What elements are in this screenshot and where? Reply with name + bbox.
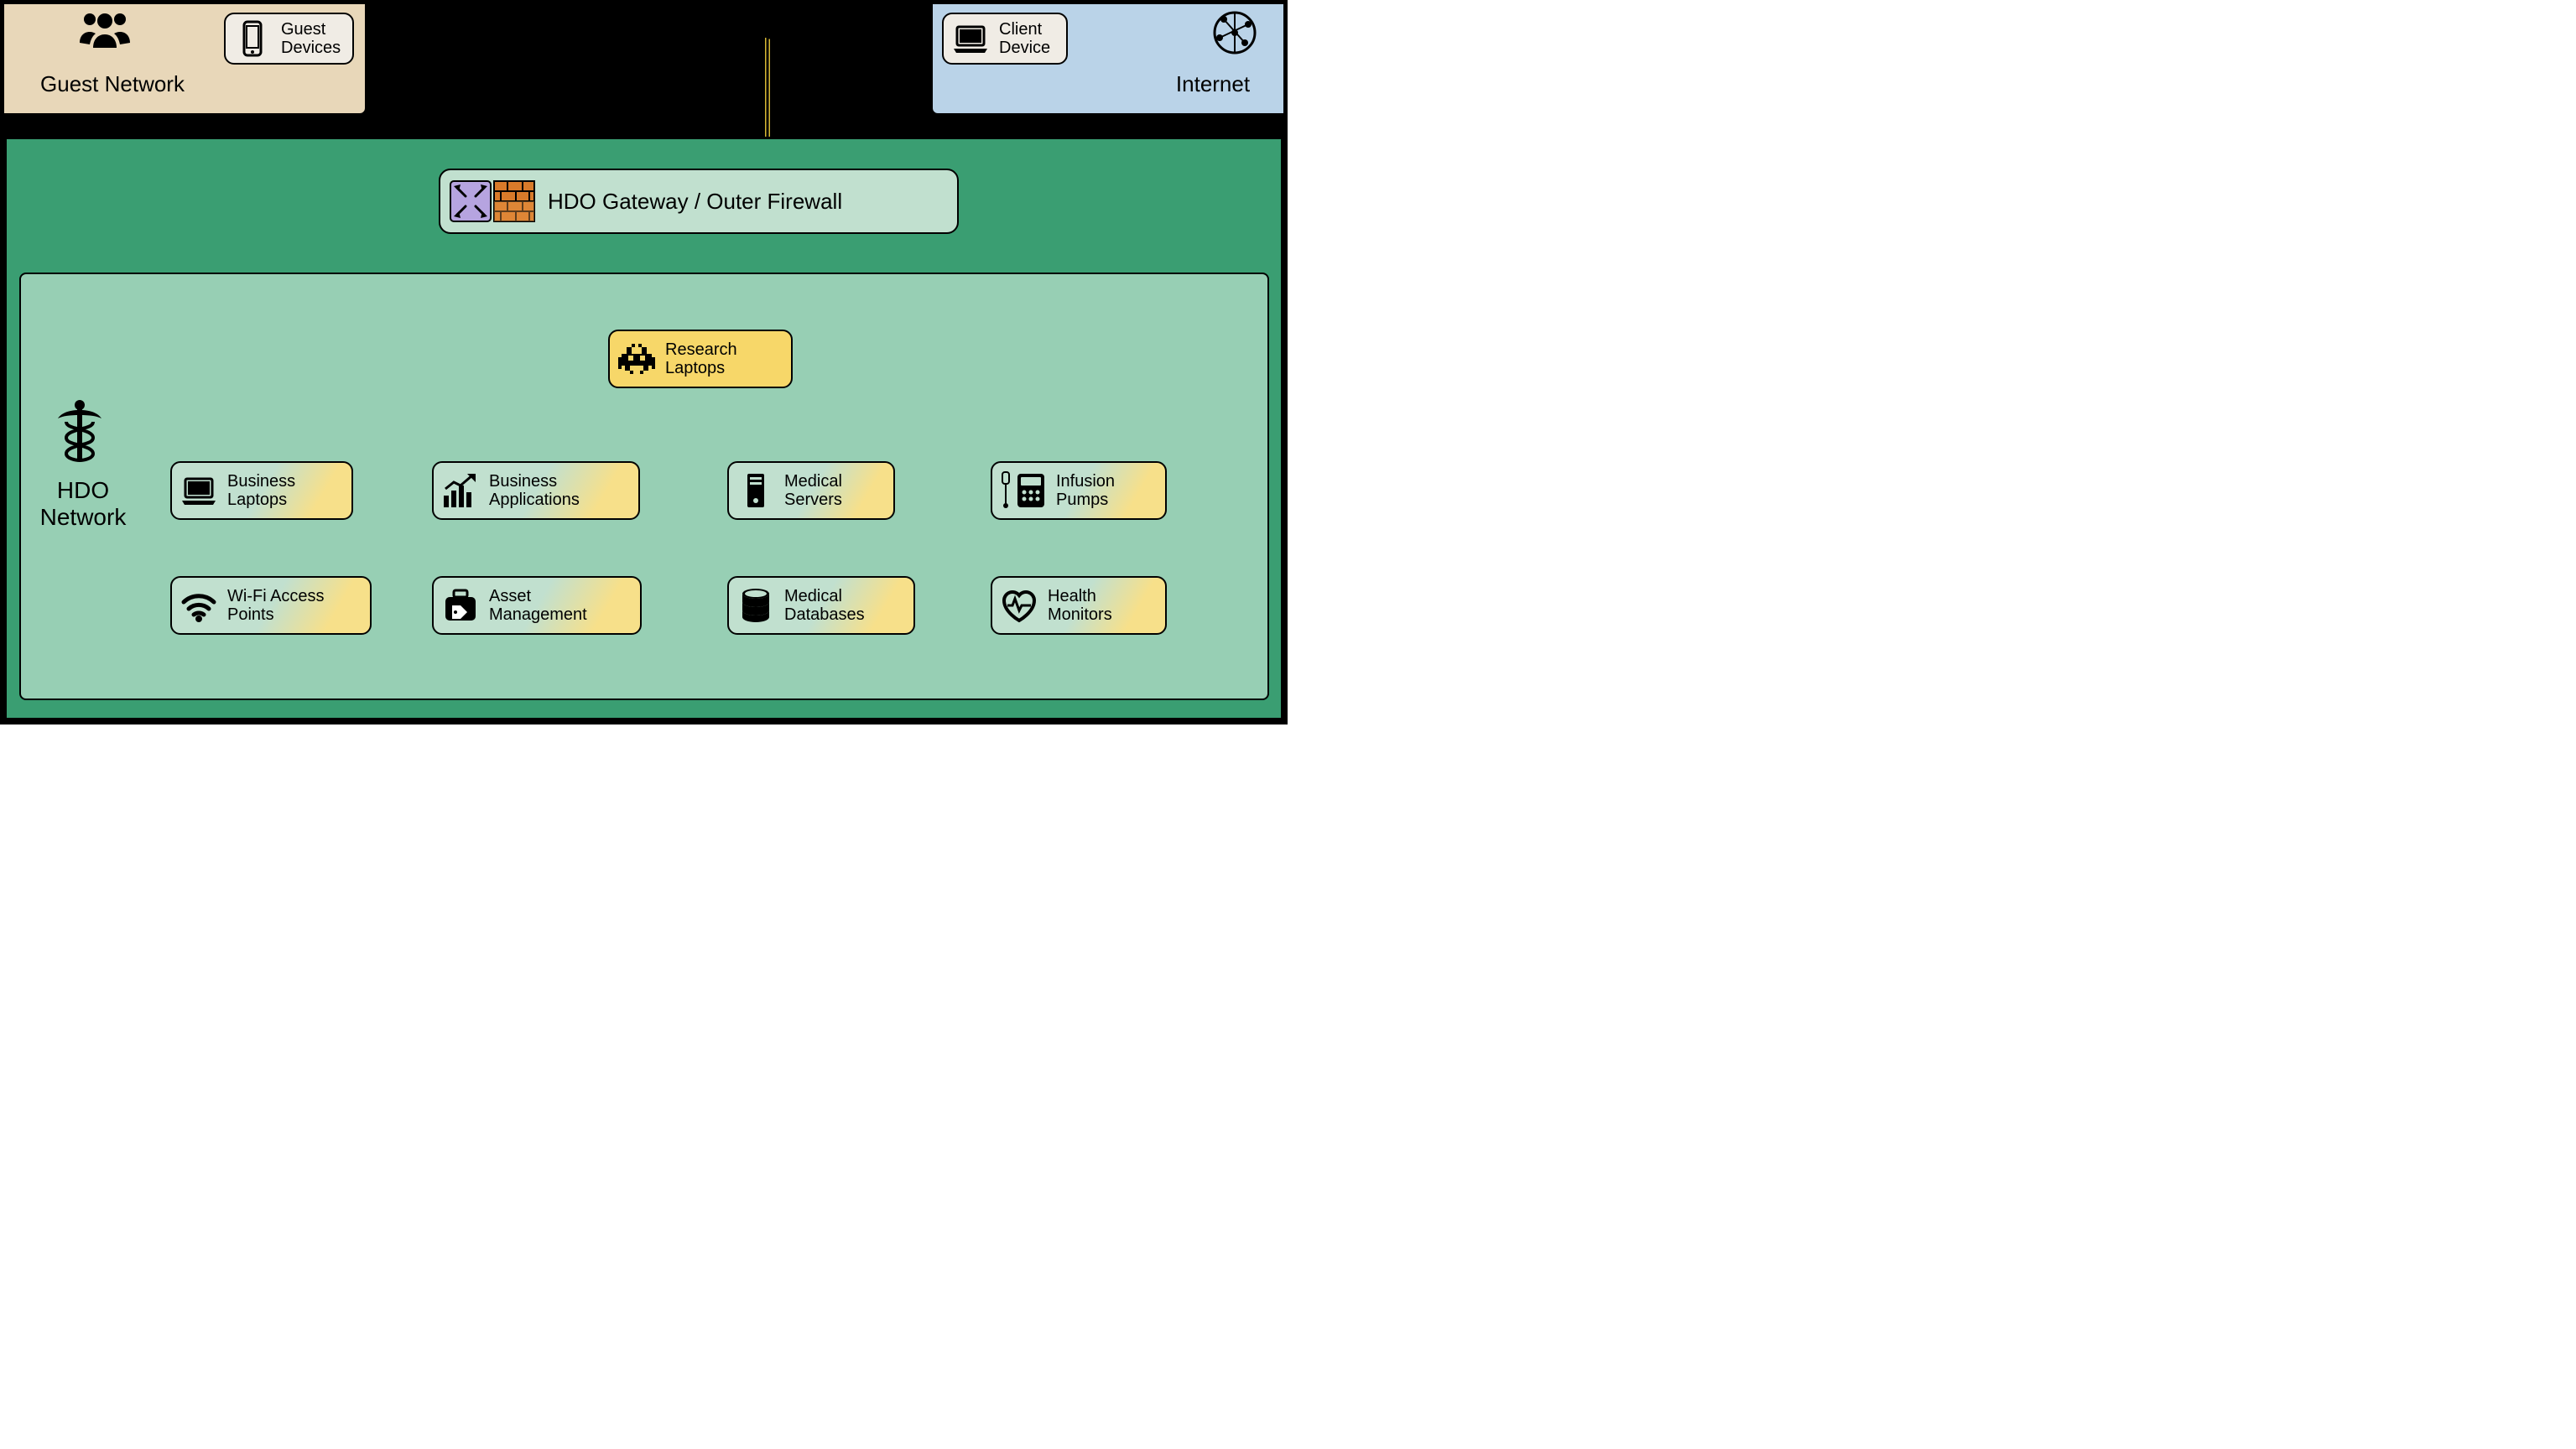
node-health-monitors: Health Monitors <box>991 576 1167 635</box>
node-medical-servers: Medical Servers <box>727 461 895 520</box>
node-label: Wi-Fi Access Points <box>227 587 325 625</box>
node-asset-management: Asset Management <box>432 576 642 635</box>
node-label: Business Applications <box>489 472 580 510</box>
node-label: Asset Management <box>489 587 587 625</box>
node-label: Client Device <box>999 20 1050 58</box>
node-label: Medical Servers <box>784 472 842 510</box>
node-business-applications: Business Applications <box>432 461 640 520</box>
node-label: Guest Devices <box>281 20 341 58</box>
diagram-canvas: Guest Network Guest Devices Internet Cli… <box>0 0 1288 724</box>
people-group-icon <box>78 11 132 51</box>
chart-growth-icon <box>440 470 481 511</box>
node-medical-databases: Medical Databases <box>727 576 915 635</box>
server-tower-icon <box>736 470 776 511</box>
node-label: Medical Databases <box>784 587 865 625</box>
node-label: HDO Gateway / Outer Firewall <box>548 189 842 215</box>
node-guest-devices: Guest Devices <box>224 13 354 65</box>
node-wifi-access-points: Wi-Fi Access Points <box>170 576 372 635</box>
globe-network-icon <box>1211 9 1258 56</box>
zone-label-guest: Guest Network <box>16 71 209 97</box>
node-label: Health Monitors <box>1048 587 1112 625</box>
infusion-pump-icon <box>999 470 1048 511</box>
node-label: Research Laptops <box>665 340 737 378</box>
node-label: Business Laptops <box>227 472 295 510</box>
heart-monitor-icon <box>999 585 1039 626</box>
firewall-brickwall-icon <box>492 179 536 223</box>
node-research-laptops: Research Laptops <box>608 330 793 388</box>
node-infusion-pumps: Infusion Pumps <box>991 461 1167 520</box>
smartphone-icon <box>232 18 273 59</box>
database-stack-icon <box>736 585 776 626</box>
laptop-icon <box>179 470 219 511</box>
zone-label-internet: Internet <box>1154 71 1272 97</box>
caduceus-medical-icon <box>55 398 105 465</box>
node-label: Infusion Pumps <box>1056 472 1115 510</box>
laptop-icon <box>950 18 991 59</box>
space-invader-icon <box>617 339 657 379</box>
node-client-device: Client Device <box>942 13 1068 65</box>
router-switch-icon <box>449 179 492 223</box>
node-hdo-gateway: HDO Gateway / Outer Firewall <box>439 169 959 234</box>
node-business-laptops: Business Laptops <box>170 461 353 520</box>
wifi-icon <box>179 585 219 626</box>
zone-label-hdo: HDO Network <box>33 477 133 531</box>
briefcase-tag-icon <box>440 585 481 626</box>
